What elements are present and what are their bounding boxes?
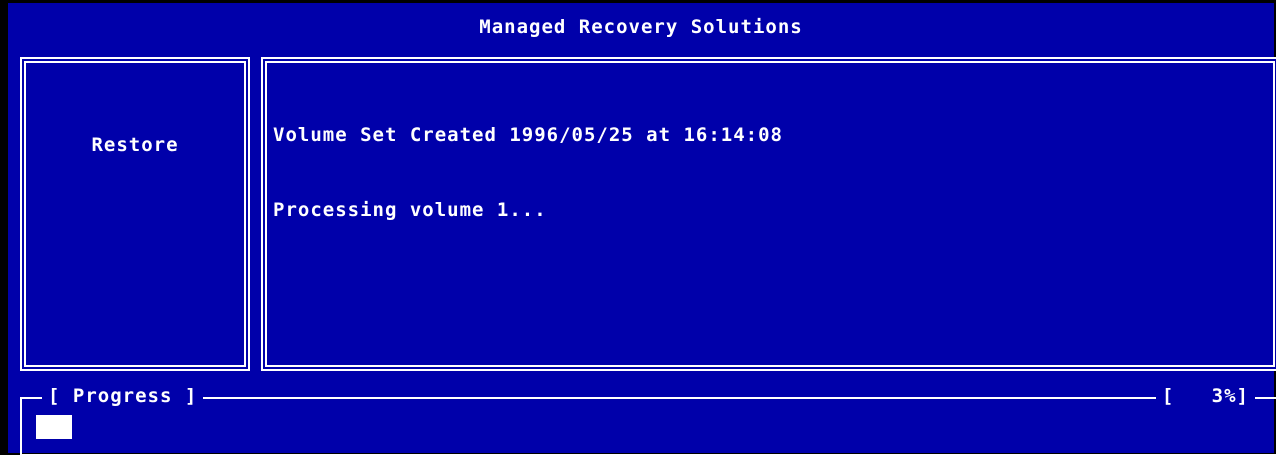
progress-percent: [ 3%] <box>1155 384 1255 408</box>
progress-bar <box>36 415 1252 439</box>
mode-label-restore: Restore <box>91 134 179 156</box>
window-title: Managed Recovery Solutions <box>479 16 803 38</box>
progress-bar-fill <box>36 415 72 439</box>
log-line: Volume Set Created 1996/05/25 at 16:14:0… <box>273 124 783 146</box>
progress-title: [ Progress ] <box>42 384 204 408</box>
progress-divider <box>22 397 1276 399</box>
log-line: Processing volume 1... <box>273 199 547 221</box>
progress-panel: [ Progress ] [ 3%] <box>20 384 1276 456</box>
mode-panel: Restore <box>20 57 250 371</box>
log-lines: Volume Set Created 1996/05/25 at 16:14:0… <box>273 73 783 273</box>
log-panel: Volume Set Created 1996/05/25 at 16:14:0… <box>261 57 1276 371</box>
dos-screen: Managed Recovery Solutions Restore Volum… <box>0 0 1276 456</box>
